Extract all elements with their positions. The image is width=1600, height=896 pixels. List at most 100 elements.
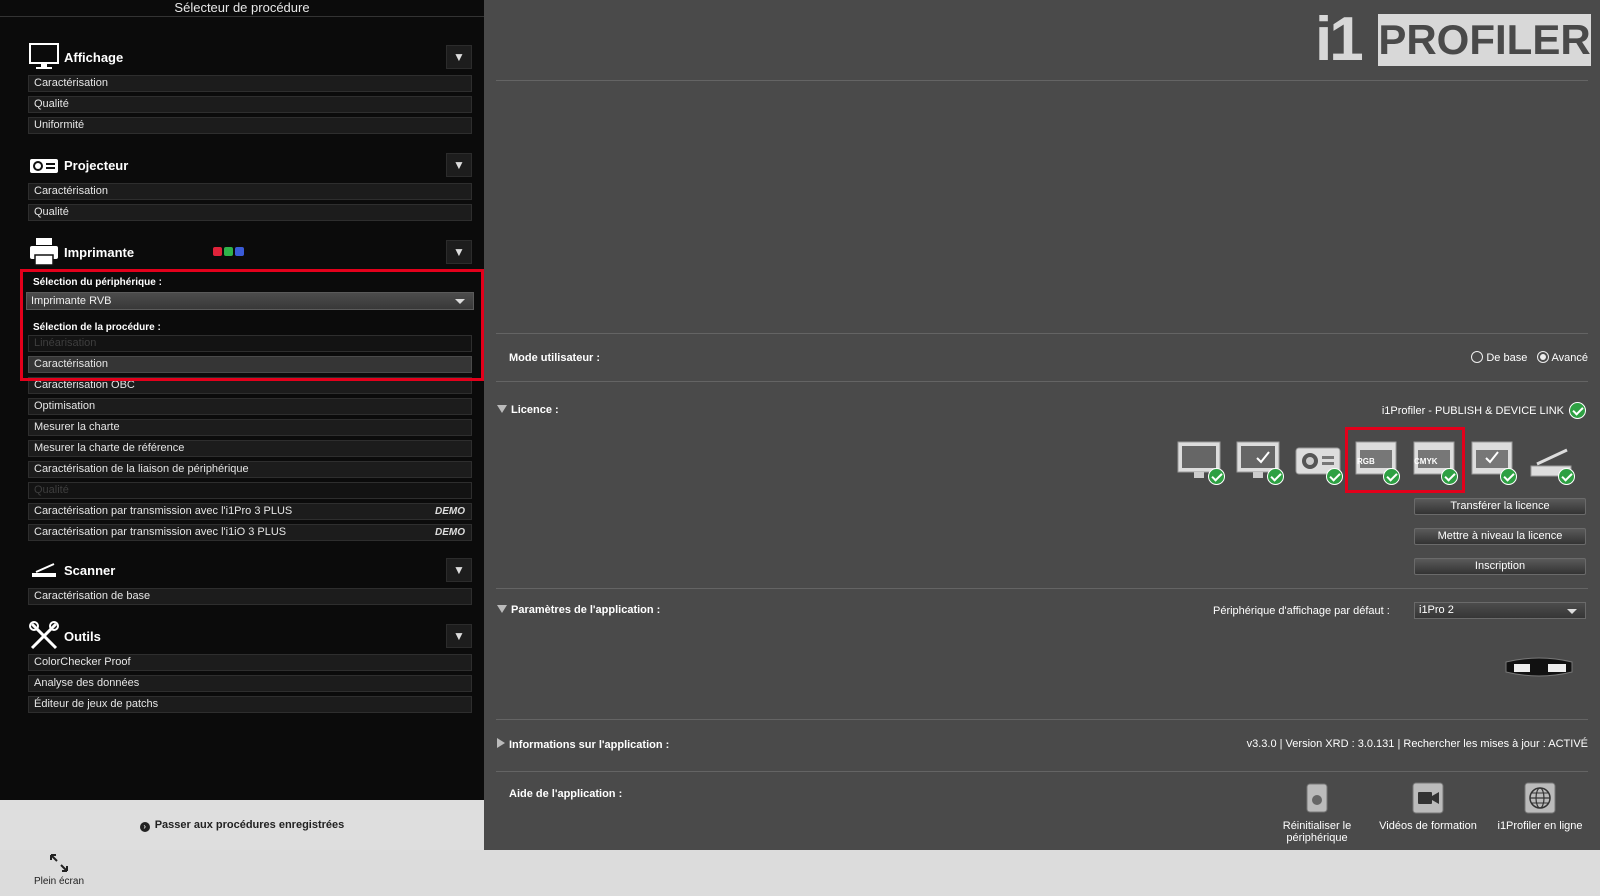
mode-advanced-radio[interactable]: Avancé — [1536, 351, 1588, 364]
procedure-item[interactable]: Analyse des données — [28, 675, 472, 692]
triangle-down-icon — [497, 405, 507, 413]
check-icon — [1500, 468, 1517, 485]
fullscreen-button[interactable]: Plein écran — [30, 852, 88, 887]
category-label: Scanner — [64, 563, 116, 578]
triangle-right-icon — [497, 738, 505, 748]
globe-icon — [1524, 782, 1556, 814]
category-label: Affichage — [64, 50, 124, 65]
category-printer[interactable]: Imprimante ▼ — [28, 237, 472, 267]
monitor-icon — [29, 43, 59, 69]
collapse-toggle[interactable]: ▼ — [446, 240, 472, 264]
app-logo: i1 PROFILER — [1315, 5, 1591, 74]
check-icon — [1208, 468, 1225, 485]
bottom-toolbar: Plein écran — [0, 850, 1600, 896]
procedure-selector-panel: Sélecteur de procédure Affichage ▼ Carac… — [0, 0, 484, 850]
logo-i1: i1 — [1315, 5, 1364, 74]
highlight-box — [20, 269, 484, 381]
reset-device-label: Réinitialiser le périphérique — [1282, 820, 1352, 844]
transfer-license-button[interactable]: Transférer la licence — [1414, 498, 1586, 515]
app-params-section-toggle[interactable]: Paramètres de l'application : — [497, 604, 660, 616]
divider — [496, 588, 1588, 589]
procedure-item-demo[interactable]: Caractérisation par transmission avec l'… — [28, 503, 472, 520]
procedure-item[interactable]: ColorChecker Proof — [28, 654, 472, 671]
procedure-item[interactable]: Éditeur de jeux de patchs — [28, 696, 472, 713]
ink-swatch-green — [224, 247, 233, 256]
printer-icon — [30, 238, 58, 266]
mode-basic-label: De base — [1486, 352, 1528, 364]
training-videos-label: Vidéos de formation — [1379, 820, 1477, 832]
default-device-label: Périphérique d'affichage par défaut : — [1213, 605, 1390, 617]
default-device-select[interactable]: i1Pro 2 — [1414, 602, 1586, 619]
procedure-item[interactable]: Optimisation — [28, 398, 472, 415]
procedure-item[interactable]: Qualité — [28, 96, 472, 113]
register-button[interactable]: Inscription — [1414, 558, 1586, 575]
scanner-icon — [32, 563, 56, 577]
user-mode-options: De base Avancé — [1471, 351, 1588, 364]
collapse-toggle[interactable]: ▼ — [446, 558, 472, 582]
divider — [496, 381, 1588, 382]
app-help-label: Aide de l'application : — [509, 788, 623, 800]
collapse-toggle[interactable]: ▼ — [446, 45, 472, 69]
procedure-item-demo[interactable]: Caractérisation par transmission avec l'… — [28, 524, 472, 541]
i1pro2-device-image — [1505, 657, 1573, 677]
reset-device-button[interactable]: Réinitialiser le périphérique — [1262, 782, 1372, 847]
procedure-item[interactable]: Caractérisation — [28, 75, 472, 92]
procedure-item[interactable]: Caractérisation — [28, 183, 472, 200]
mode-basic-radio[interactable]: De base — [1471, 351, 1528, 364]
category-projector[interactable]: Projecteur ▼ — [28, 150, 472, 180]
ink-swatches — [213, 247, 246, 259]
training-videos-button[interactable]: Vidéos de formation — [1373, 782, 1483, 832]
procedure-item: Qualité — [28, 482, 472, 499]
arrow-right-circle-icon: › — [139, 822, 150, 832]
fullscreen-label: Plein écran — [33, 876, 85, 887]
saved-procedures-button[interactable]: › Passer aux procédures enregistrées — [0, 800, 484, 850]
app-info-section-toggle[interactable]: Informations sur l'application : — [497, 738, 669, 751]
default-device-value: i1Pro 2 — [1419, 604, 1454, 616]
procedure-item[interactable]: Caractérisation de base — [28, 588, 472, 605]
highlight-box — [1345, 427, 1465, 493]
category-tools[interactable]: Outils ▼ — [28, 621, 472, 651]
saved-procedures-label: Passer aux procédures enregistrées — [154, 819, 345, 831]
license-ok-icon — [1569, 402, 1586, 419]
procedure-item-label: Caractérisation par transmission avec l'… — [34, 505, 293, 517]
ink-swatch-red — [213, 247, 222, 256]
divider — [496, 719, 1588, 720]
check-icon — [1326, 468, 1343, 485]
procedure-item[interactable]: Uniformité — [28, 117, 472, 134]
radio-icon — [1471, 351, 1484, 363]
divider — [496, 80, 1588, 81]
license-label: Licence : — [511, 404, 559, 416]
ink-swatch-blue — [235, 247, 244, 256]
collapse-toggle[interactable]: ▼ — [446, 153, 472, 177]
collapse-toggle[interactable]: ▼ — [446, 624, 472, 648]
upgrade-license-button[interactable]: Mettre à niveau la licence — [1414, 528, 1586, 545]
procedure-item-label: Caractérisation par transmission avec l'… — [34, 526, 287, 538]
main-panel: i1 PROFILER Mode utilisateur : De base A… — [484, 0, 1600, 850]
logo-profiler: PROFILER — [1378, 14, 1591, 66]
procedure-item[interactable]: Caractérisation de la liaison de périphé… — [28, 461, 472, 478]
category-display[interactable]: Affichage ▼ — [28, 42, 472, 72]
app-version-info: v3.3.0 | Version XRD : 3.0.131 | Recherc… — [1246, 738, 1588, 750]
check-icon — [1267, 468, 1284, 485]
procedure-item[interactable]: Mesurer la charte de référence — [28, 440, 472, 457]
online-help-label: i1Profiler en ligne — [1497, 820, 1583, 832]
divider — [496, 333, 1588, 334]
license-section-toggle[interactable]: Licence : — [497, 404, 559, 416]
demo-badge: DEMO — [435, 527, 465, 538]
demo-badge: DEMO — [435, 506, 465, 517]
fullscreen-icon — [50, 854, 68, 872]
user-mode-label: Mode utilisateur : — [509, 352, 601, 364]
procedure-item[interactable]: Mesurer la charte — [28, 419, 472, 436]
online-help-button[interactable]: i1Profiler en ligne — [1485, 782, 1595, 832]
app-info-label: Informations sur l'application : — [509, 739, 670, 751]
category-scanner[interactable]: Scanner ▼ — [28, 555, 472, 585]
chevron-down-icon — [1567, 609, 1577, 614]
category-label: Outils — [64, 629, 101, 644]
video-camera-icon — [1412, 782, 1444, 814]
usb-device-icon — [1306, 783, 1328, 813]
procedure-item[interactable]: Qualité — [28, 204, 472, 221]
app-window: Sélecteur de procédure Affichage ▼ Carac… — [0, 0, 1600, 896]
check-icon — [1558, 468, 1575, 485]
panel-title: Sélecteur de procédure — [0, 0, 484, 17]
divider — [496, 771, 1588, 772]
